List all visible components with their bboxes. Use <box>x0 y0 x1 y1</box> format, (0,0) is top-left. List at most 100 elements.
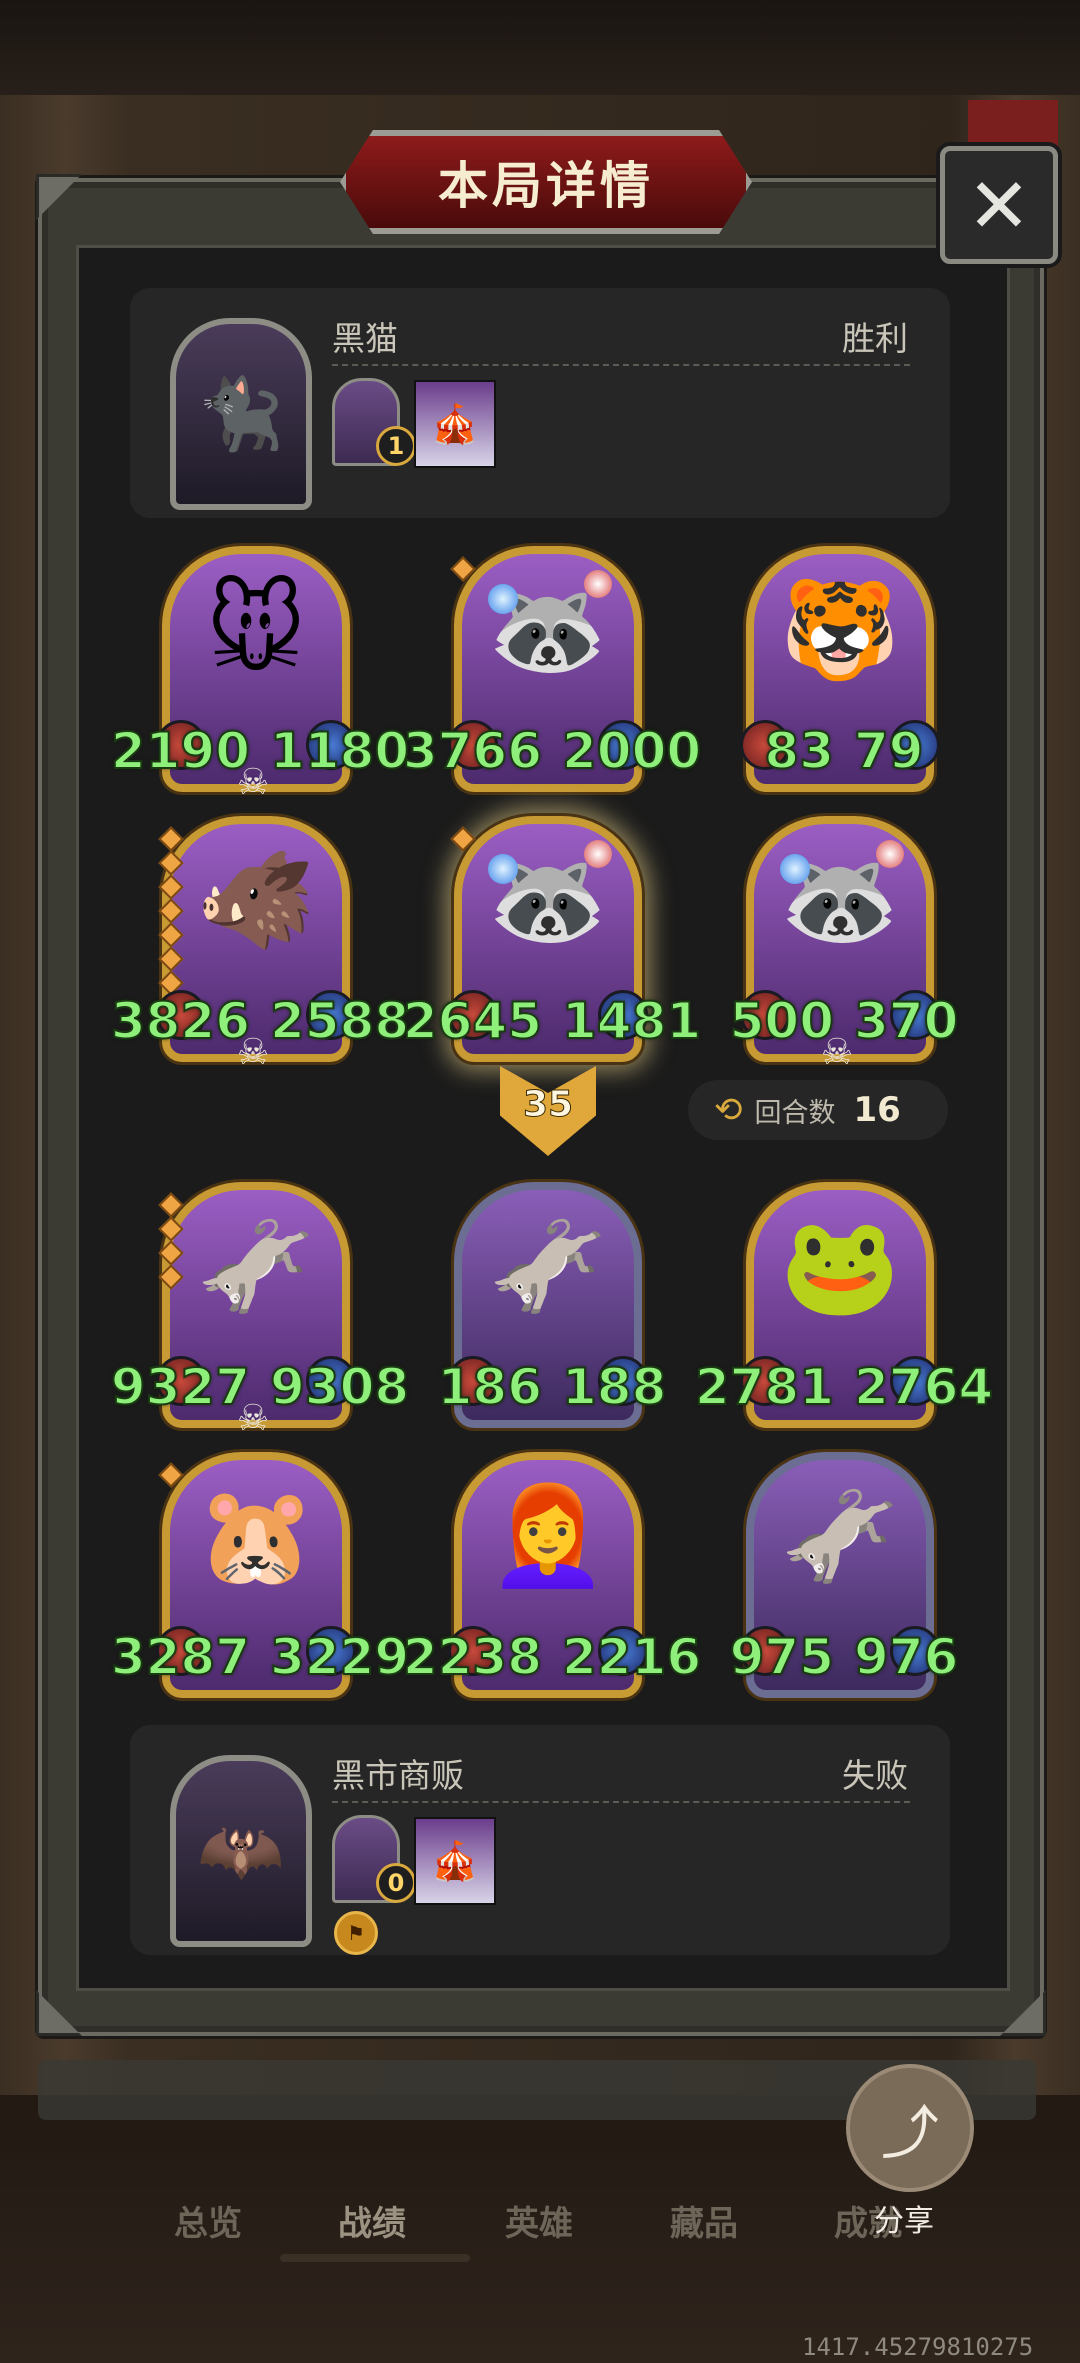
red-gem-icon <box>876 840 904 868</box>
close-icon: ✕ <box>967 160 1031 250</box>
nav-tab-collection[interactable]: 藏品 <box>670 2196 738 2245</box>
minion-card[interactable]: 👩‍🦰 2238 2216 <box>402 1452 702 1698</box>
minion-card[interactable]: 🐹 3287 3229 <box>110 1452 410 1698</box>
attack-value: 3766 <box>402 721 543 781</box>
minion-portrait: 🐸 <box>780 1210 900 1322</box>
health-value: 79 <box>853 721 925 781</box>
refresh-icon: ⟲ <box>714 1090 743 1130</box>
circus-icon: 🎪 <box>431 401 479 446</box>
trinket-item[interactable]: 🎪 <box>414 380 496 468</box>
round-value: 16 <box>853 1090 901 1130</box>
trinket-item[interactable]: 🎪 <box>414 1817 496 1905</box>
health-value: 976 <box>853 1627 959 1687</box>
minion-card[interactable]: 🐯 83 79 <box>740 546 940 792</box>
star-pip-icon <box>158 850 184 876</box>
minion-card[interactable]: 🫏 186 188 <box>437 1182 667 1428</box>
star-pips <box>450 556 476 582</box>
player-avatar[interactable]: 🦇 <box>170 1755 312 1947</box>
minion-card[interactable]: 🐸 2781 2764 <box>694 1182 994 1428</box>
minion-portrait: 🐗 <box>196 844 316 956</box>
skull-icon: ☠ <box>236 1032 270 1073</box>
attack-value: 9327 <box>110 1357 251 1417</box>
share-button[interactable]: ⤴ <box>846 2064 974 2192</box>
minion-portrait: 🐹 <box>196 1480 316 1592</box>
minion-card[interactable]: 🫏 9327 9308 ☠ <box>110 1182 410 1439</box>
attack-value: 2238 <box>402 1627 543 1687</box>
minion-card[interactable]: 🦝 3766 2000 <box>402 546 702 792</box>
badge-symbol: ⚑ <box>347 1921 365 1945</box>
star-pip-icon <box>158 946 184 972</box>
red-gem-icon <box>584 570 612 598</box>
title-banner: 本局详情 <box>340 130 752 234</box>
circus-icon: 🎪 <box>431 1838 479 1883</box>
player-result: 胜利 <box>842 319 908 358</box>
round-label: 回合数 <box>754 1097 836 1129</box>
star-pip-icon <box>158 1264 184 1290</box>
minion-portrait: 🫏 <box>780 1480 900 1592</box>
minion-card[interactable]: 🐗 3826 2588 ☠ <box>110 816 410 1073</box>
red-gem-icon <box>584 840 612 868</box>
health-value: 9308 <box>269 1357 410 1417</box>
minion-portrait: 🐭 <box>205 574 307 686</box>
minion-portrait: 🐯 <box>780 574 900 686</box>
attack-value: 186 <box>437 1357 543 1417</box>
attack-value: 3826 <box>110 991 251 1051</box>
star-pips <box>158 1192 184 1290</box>
health-value: 2588 <box>269 991 410 1051</box>
star-pip-icon <box>158 898 184 924</box>
star-pip-icon <box>158 1192 184 1218</box>
health-value: 2216 <box>561 1627 702 1687</box>
active-tab-indicator <box>280 2254 470 2262</box>
star-pip-icon <box>450 556 476 582</box>
player-name: 黑市商贩 <box>332 1756 464 1795</box>
bat-icon: 🦇 <box>197 1809 285 1892</box>
blue-gem-icon <box>488 854 518 884</box>
skull-icon: ☠ <box>820 1032 854 1073</box>
health-value: 3229 <box>269 1627 410 1687</box>
coordinate-readout: 1417.45279810275 <box>802 2333 1034 2361</box>
nav-tab-overview[interactable]: 总览 <box>174 2196 242 2245</box>
top-background <box>0 0 1080 110</box>
player-summary-bottom: 🦇 黑市商贩 失败 0 🎪 ⚑ <box>130 1725 950 1955</box>
star-pip-icon <box>158 874 184 900</box>
divider <box>332 364 910 366</box>
attack-value: 3287 <box>110 1627 251 1687</box>
attack-value: 83 <box>763 721 835 781</box>
minion-card[interactable]: 🐭 2190 1180 ☠ <box>110 546 410 803</box>
minion-card[interactable]: 🫏 975 976 <box>729 1452 959 1698</box>
star-pip-icon <box>158 1240 184 1266</box>
share-icon: ⤴ <box>880 2099 939 2167</box>
health-value: 188 <box>561 1357 667 1417</box>
star-pips <box>158 826 184 996</box>
health-value: 1481 <box>561 991 702 1051</box>
attack-value: 2190 <box>110 721 251 781</box>
minion-portrait: 🫏 <box>196 1210 316 1322</box>
nav-tab-record[interactable]: 战绩 <box>338 2196 406 2245</box>
buff-badge-icon[interactable]: ⚑ <box>334 1911 378 1955</box>
star-pips <box>450 826 476 852</box>
minion-card[interactable]: 🦝 2645 1481 <box>402 816 702 1062</box>
share-label: 分享 <box>874 2204 934 2239</box>
close-button[interactable]: ✕ <box>940 146 1058 264</box>
minion-portrait: 🫏 <box>488 1210 608 1322</box>
attack-value: 2645 <box>402 991 543 1051</box>
player-summary-top: 🐈‍⬛ 黑猫 胜利 1 🎪 <box>130 288 950 518</box>
tier-value: 35 <box>522 1084 574 1126</box>
minion-card[interactable]: 🦝 500 370 ☠ <box>729 816 959 1073</box>
attack-value: 975 <box>729 1627 835 1687</box>
divider <box>332 1801 910 1803</box>
player-avatar[interactable]: 🐈‍⬛ <box>170 318 312 510</box>
skull-icon: ☠ <box>236 1398 270 1439</box>
health-value: 2000 <box>561 721 702 781</box>
star-pips <box>158 1462 184 1488</box>
star-pip-icon <box>158 1462 184 1488</box>
round-counter: ⟲ 回合数 16 <box>688 1080 948 1140</box>
star-pip-icon <box>158 922 184 948</box>
star-pip-icon <box>158 1216 184 1242</box>
coin-count: 0 <box>376 1863 416 1903</box>
attack-value: 2781 <box>694 1357 835 1417</box>
player-result: 失败 <box>842 1756 908 1795</box>
minion-portrait: 👩‍🦰 <box>488 1480 608 1592</box>
nav-tab-heroes[interactable]: 英雄 <box>505 2196 573 2245</box>
page-title: 本局详情 <box>438 157 654 215</box>
